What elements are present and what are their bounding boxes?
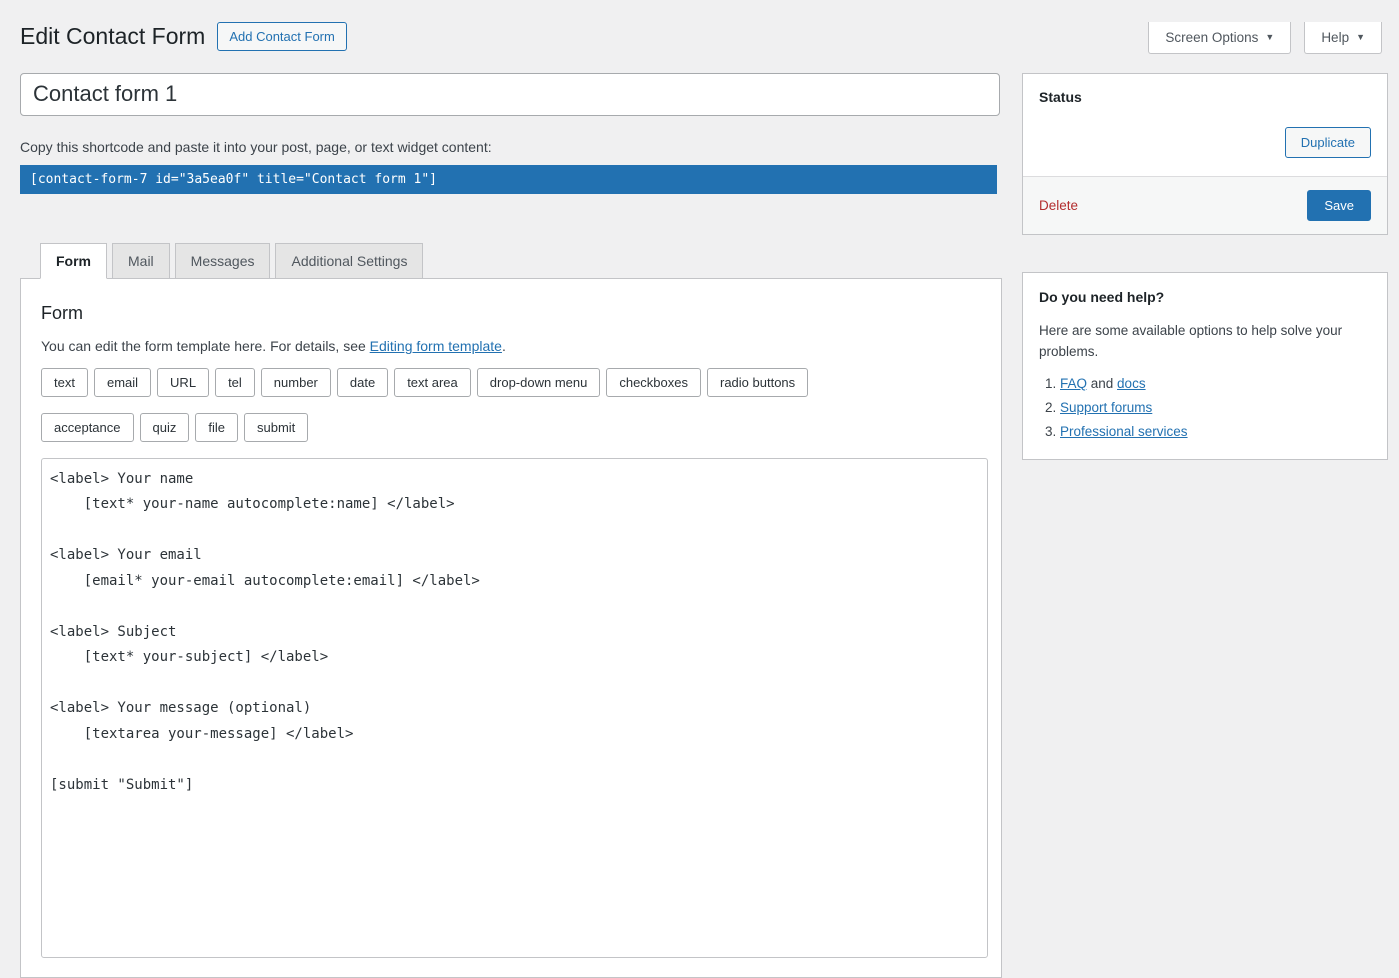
page-title: Edit Contact Form [20,22,205,52]
tag-button-number[interactable]: number [261,368,331,397]
panel-heading: Form [41,303,981,324]
faq-link[interactable]: FAQ [1060,376,1087,391]
help-button[interactable]: Help ▼ [1304,22,1382,54]
help-heading: Do you need help? [1023,273,1387,307]
content-layout: Copy this shortcode and paste it into yo… [20,73,1399,978]
panel-description-period: . [502,338,506,354]
tab-mail[interactable]: Mail [112,243,170,279]
status-box: Status Duplicate Delete Save [1022,73,1388,235]
help-list-item: Professional services [1060,424,1371,439]
screen-options-button[interactable]: Screen Options ▼ [1148,22,1291,54]
tag-button-acceptance[interactable]: acceptance [41,413,134,442]
screen-options-label: Screen Options [1165,30,1258,45]
tab-form[interactable]: Form [40,243,107,279]
form-panel: Form You can edit the form template here… [20,278,1002,978]
tag-button-checkboxes[interactable]: checkboxes [606,368,701,397]
tag-button-tel[interactable]: tel [215,368,255,397]
help-label: Help [1321,30,1349,45]
tag-button-date[interactable]: date [337,368,388,397]
tag-button-radio-buttons[interactable]: radio buttons [707,368,808,397]
tab-bar: Form Mail Messages Additional Settings [20,243,1002,278]
duplicate-row: Duplicate [1023,111,1387,176]
tag-button-file[interactable]: file [195,413,238,442]
form-template-textarea[interactable]: <label> Your name [text* your-name autoc… [41,458,988,958]
status-footer: Delete Save [1023,176,1387,234]
chevron-down-icon: ▼ [1356,33,1365,42]
tag-button-drop-down-menu[interactable]: drop-down menu [477,368,601,397]
panel-description: You can edit the form template here. For… [41,338,981,354]
sidebar: Status Duplicate Delete Save Do you need… [1022,73,1388,460]
tag-button-email[interactable]: email [94,368,151,397]
help-list: FAQ and docs Support forums Professional… [1060,376,1371,439]
shortcode-description: Copy this shortcode and paste it into yo… [20,139,1002,155]
help-box: Do you need help? Here are some availabl… [1022,272,1388,460]
screen-meta-links: Screen Options ▼ Help ▼ [1148,22,1382,54]
add-contact-form-button[interactable]: Add Contact Form [217,22,347,51]
save-button[interactable]: Save [1307,190,1371,221]
main-column: Copy this shortcode and paste it into yo… [20,73,1002,978]
panel-description-text: You can edit the form template here. For… [41,338,370,354]
help-list-item: FAQ and docs [1060,376,1371,391]
tab-additional-settings[interactable]: Additional Settings [275,243,423,279]
tab-messages[interactable]: Messages [175,243,271,279]
tag-button-url[interactable]: URL [157,368,209,397]
tag-button-submit[interactable]: submit [244,413,308,442]
form-title-input[interactable] [20,73,1000,116]
tag-button-text[interactable]: text [41,368,88,397]
chevron-down-icon: ▼ [1265,33,1274,42]
duplicate-button[interactable]: Duplicate [1285,127,1371,158]
tag-generator: text email URL tel number date text area… [41,368,988,442]
editing-form-template-link[interactable]: Editing form template [370,338,502,354]
tag-button-text-area[interactable]: text area [394,368,471,397]
docs-link[interactable]: docs [1117,376,1146,391]
support-forums-link[interactable]: Support forums [1060,400,1152,415]
help-intro: Here are some available options to help … [1023,307,1387,363]
shortcode-field[interactable]: [contact-form-7 id="3a5ea0f" title="Cont… [20,165,997,194]
delete-link[interactable]: Delete [1039,198,1078,213]
help-list-item: Support forums [1060,400,1371,415]
tag-button-quiz[interactable]: quiz [140,413,190,442]
status-heading: Status [1023,74,1387,111]
professional-services-link[interactable]: Professional services [1060,424,1188,439]
help-list-item-text: and [1087,376,1117,391]
